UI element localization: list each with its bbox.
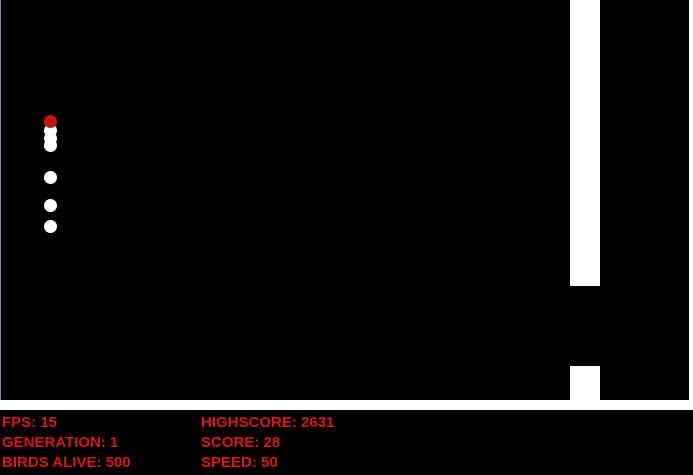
arena-left-edge xyxy=(0,0,1,410)
right-wall xyxy=(689,0,693,410)
pipe-top xyxy=(570,0,600,286)
generation-label: GENERATION: 1 xyxy=(2,434,119,451)
bird xyxy=(44,220,57,233)
bird-leader xyxy=(44,115,57,128)
score-label: SCORE: 28 xyxy=(201,434,281,451)
highscore-label: HIGHSCORE: 2631 xyxy=(201,414,335,431)
birds-alive-label: BIRDS ALIVE: 500 xyxy=(2,454,131,471)
pipe-bottom xyxy=(570,366,600,400)
ground-floor xyxy=(0,400,693,410)
bird xyxy=(44,171,57,184)
bird xyxy=(44,139,57,152)
bird xyxy=(44,199,57,212)
hud-panel: FPS: 15 GENERATION: 1 BIRDS ALIVE: 500 H… xyxy=(0,410,693,475)
game-window: FPS: 15 GENERATION: 1 BIRDS ALIVE: 500 H… xyxy=(0,0,693,475)
fps-label: FPS: 15 xyxy=(2,414,58,431)
game-arena xyxy=(0,0,693,410)
speed-label: SPEED: 50 xyxy=(201,454,278,471)
